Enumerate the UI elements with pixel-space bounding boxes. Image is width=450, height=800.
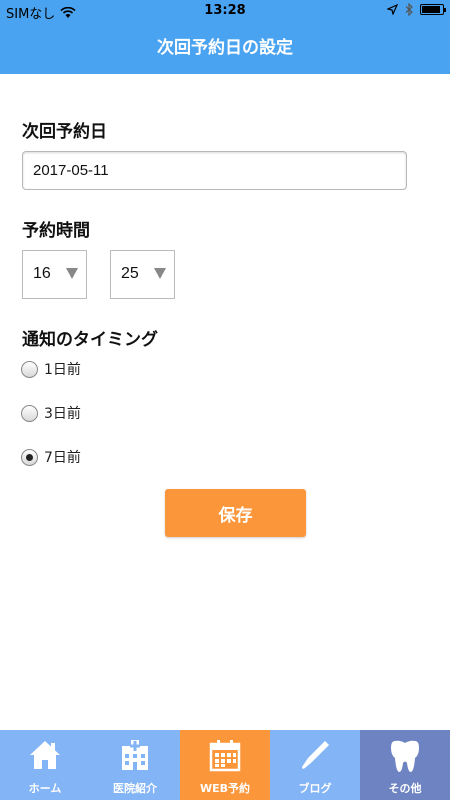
tab-clinic[interactable]: 医院紹介 [90, 730, 180, 800]
tab-bar: ホーム 医院紹介 WEB予約 ブログ その他 [0, 730, 450, 800]
timing-label: 通知のタイミング [22, 330, 158, 350]
clock: 13:28 [204, 3, 246, 18]
tab-web-booking[interactable]: WEB予約 [180, 730, 270, 800]
battery-fill [422, 6, 440, 13]
timing-option-label: 7日前 [44, 450, 81, 466]
radio-button[interactable] [21, 404, 38, 422]
save-button[interactable]: 保存 [165, 489, 306, 537]
radio-button[interactable] [21, 360, 38, 378]
tab-label: 医院紹介 [113, 782, 157, 795]
tab-other[interactable]: その他 [360, 730, 450, 800]
hour-select[interactable]: 16 [22, 250, 87, 299]
time-label: 予約時間 [22, 221, 90, 241]
page-title: 次回予約日の設定 [157, 38, 293, 58]
hour-value: 16 [33, 265, 51, 282]
timing-option-3day[interactable]: 3日前 [21, 403, 81, 423]
tab-label: ブログ [298, 782, 332, 795]
home-icon [0, 738, 90, 774]
minute-value: 25 [121, 265, 139, 282]
pen-icon [270, 738, 360, 774]
status-right [387, 3, 446, 16]
app-header: 次回予約日の設定 [0, 22, 450, 74]
date-label: 次回予約日 [22, 122, 107, 142]
tab-home[interactable]: ホーム [0, 730, 90, 800]
status-bar: SIMなし 13:28 [0, 0, 450, 22]
calendar-icon [180, 738, 270, 774]
dropdown-arrow-icon [66, 268, 78, 279]
tab-label: その他 [388, 782, 422, 795]
tab-label: WEB予約 [199, 782, 251, 795]
timing-option-label: 3日前 [44, 406, 81, 422]
tab-blog[interactable]: ブログ [270, 730, 360, 800]
bluetooth-icon [405, 3, 413, 16]
battery-icon [420, 4, 446, 15]
location-icon [387, 4, 398, 15]
tab-label: ホーム [28, 782, 62, 795]
radio-button-checked[interactable] [21, 448, 38, 466]
timing-option-7day[interactable]: 7日前 [21, 447, 81, 467]
minute-select[interactable]: 25 [110, 250, 175, 299]
tooth-icon [360, 738, 450, 774]
timing-option-1day[interactable]: 1日前 [21, 359, 81, 379]
dropdown-arrow-icon [154, 268, 166, 279]
hospital-icon [90, 738, 180, 774]
date-input[interactable] [22, 151, 407, 190]
timing-option-label: 1日前 [44, 362, 81, 378]
